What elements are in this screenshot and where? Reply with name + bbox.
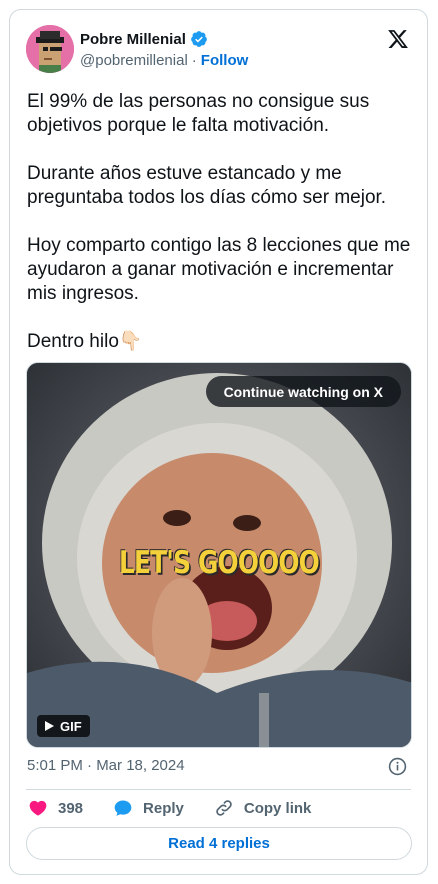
copy-link-button[interactable]: Copy link — [214, 798, 312, 818]
gif-media[interactable]: LET'S GOOOOO Continue watching on X GIF — [26, 362, 412, 748]
play-icon — [45, 721, 54, 731]
separator-dot: · — [191, 52, 197, 69]
tweet-paragraph: El 99% de las personas no consigue sus o… — [27, 91, 375, 136]
continue-watching-button[interactable]: Continue watching on X — [205, 376, 401, 407]
like-button[interactable]: 398 — [28, 798, 83, 818]
tweet-card: Pobre Millenial @pobremillenial · Follow… — [9, 9, 428, 875]
like-count: 398 — [58, 799, 84, 817]
action-bar: 398 Reply Copy link — [28, 798, 311, 818]
tweet-paragraph: Hoy comparto contigo las 8 lecciones que… — [27, 235, 416, 304]
gif-badge-label: GIF — [60, 718, 82, 734]
avatar[interactable] — [26, 25, 74, 73]
x-logo-icon[interactable] — [387, 28, 409, 50]
verified-badge-icon — [190, 31, 207, 47]
avatar-image — [26, 25, 74, 73]
tweet-timestamp[interactable]: 5:01 PM · Mar 18, 2024 — [27, 757, 185, 774]
copy-link-label: Copy link — [243, 799, 312, 817]
heart-icon — [29, 800, 47, 816]
gif-caption: LET'S GOOOOO — [119, 545, 320, 581]
tweet-paragraph: Durante años estuve estancado y me pregu… — [27, 163, 387, 208]
info-icon[interactable] — [388, 757, 407, 776]
read-replies-button[interactable]: Read 4 replies — [26, 827, 412, 860]
follow-button[interactable]: Follow — [201, 52, 249, 69]
author-name-row: Pobre Millenial — [80, 30, 208, 48]
tweet-text: El 99% de las personas no consigue sus o… — [27, 90, 411, 378]
reply-label: Reply — [143, 799, 184, 817]
reply-bubble-icon — [114, 800, 132, 816]
author-handle[interactable]: @pobremillenial — [80, 52, 188, 69]
author-name[interactable]: Pobre Millenial — [80, 31, 186, 48]
divider — [26, 789, 411, 790]
link-icon — [216, 800, 232, 816]
gif-badge[interactable]: GIF — [37, 715, 90, 737]
author-handle-row: @pobremillenial · Follow — [80, 52, 248, 69]
reply-button[interactable]: Reply — [113, 798, 184, 818]
tweet-paragraph: Dentro hilo👇🏻 — [27, 331, 143, 352]
